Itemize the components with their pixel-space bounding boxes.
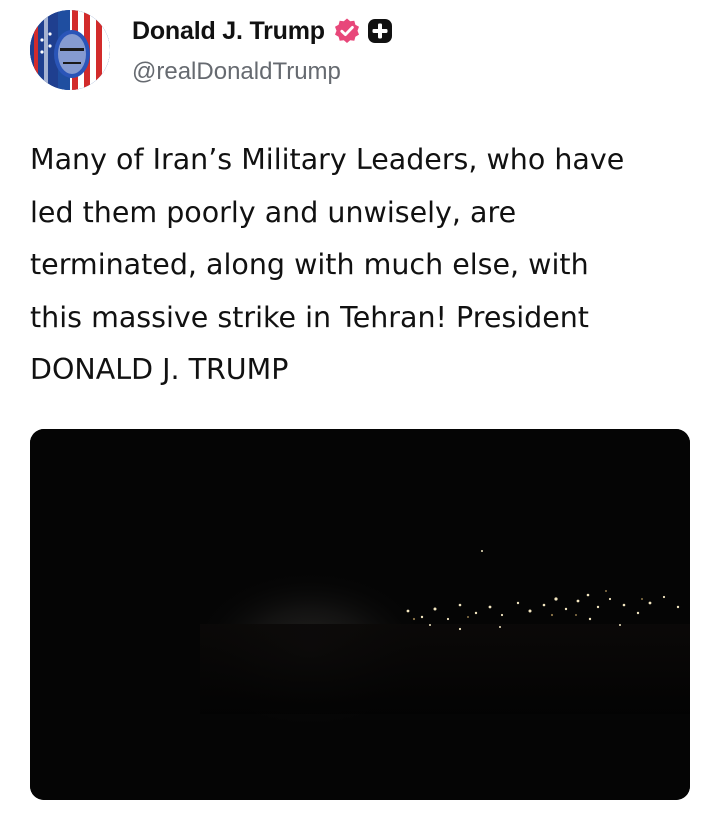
post-video[interactable] (30, 429, 690, 800)
author-handle[interactable]: @realDonaldTrump (132, 58, 341, 86)
author-name-row: Donald J. Trump (132, 14, 393, 48)
avatar[interactable] (30, 10, 110, 90)
avatar-image (30, 10, 110, 90)
plus-icon (367, 19, 392, 43)
post-text: Many of Iran’s Military Leaders, who hav… (30, 143, 625, 386)
post: Donald J. Trump @realDonaldTrump Many of… (0, 0, 720, 817)
author-display-name[interactable]: Donald J. Trump (132, 17, 325, 46)
verified-badge-icon (334, 18, 359, 43)
video-frame (30, 429, 690, 800)
